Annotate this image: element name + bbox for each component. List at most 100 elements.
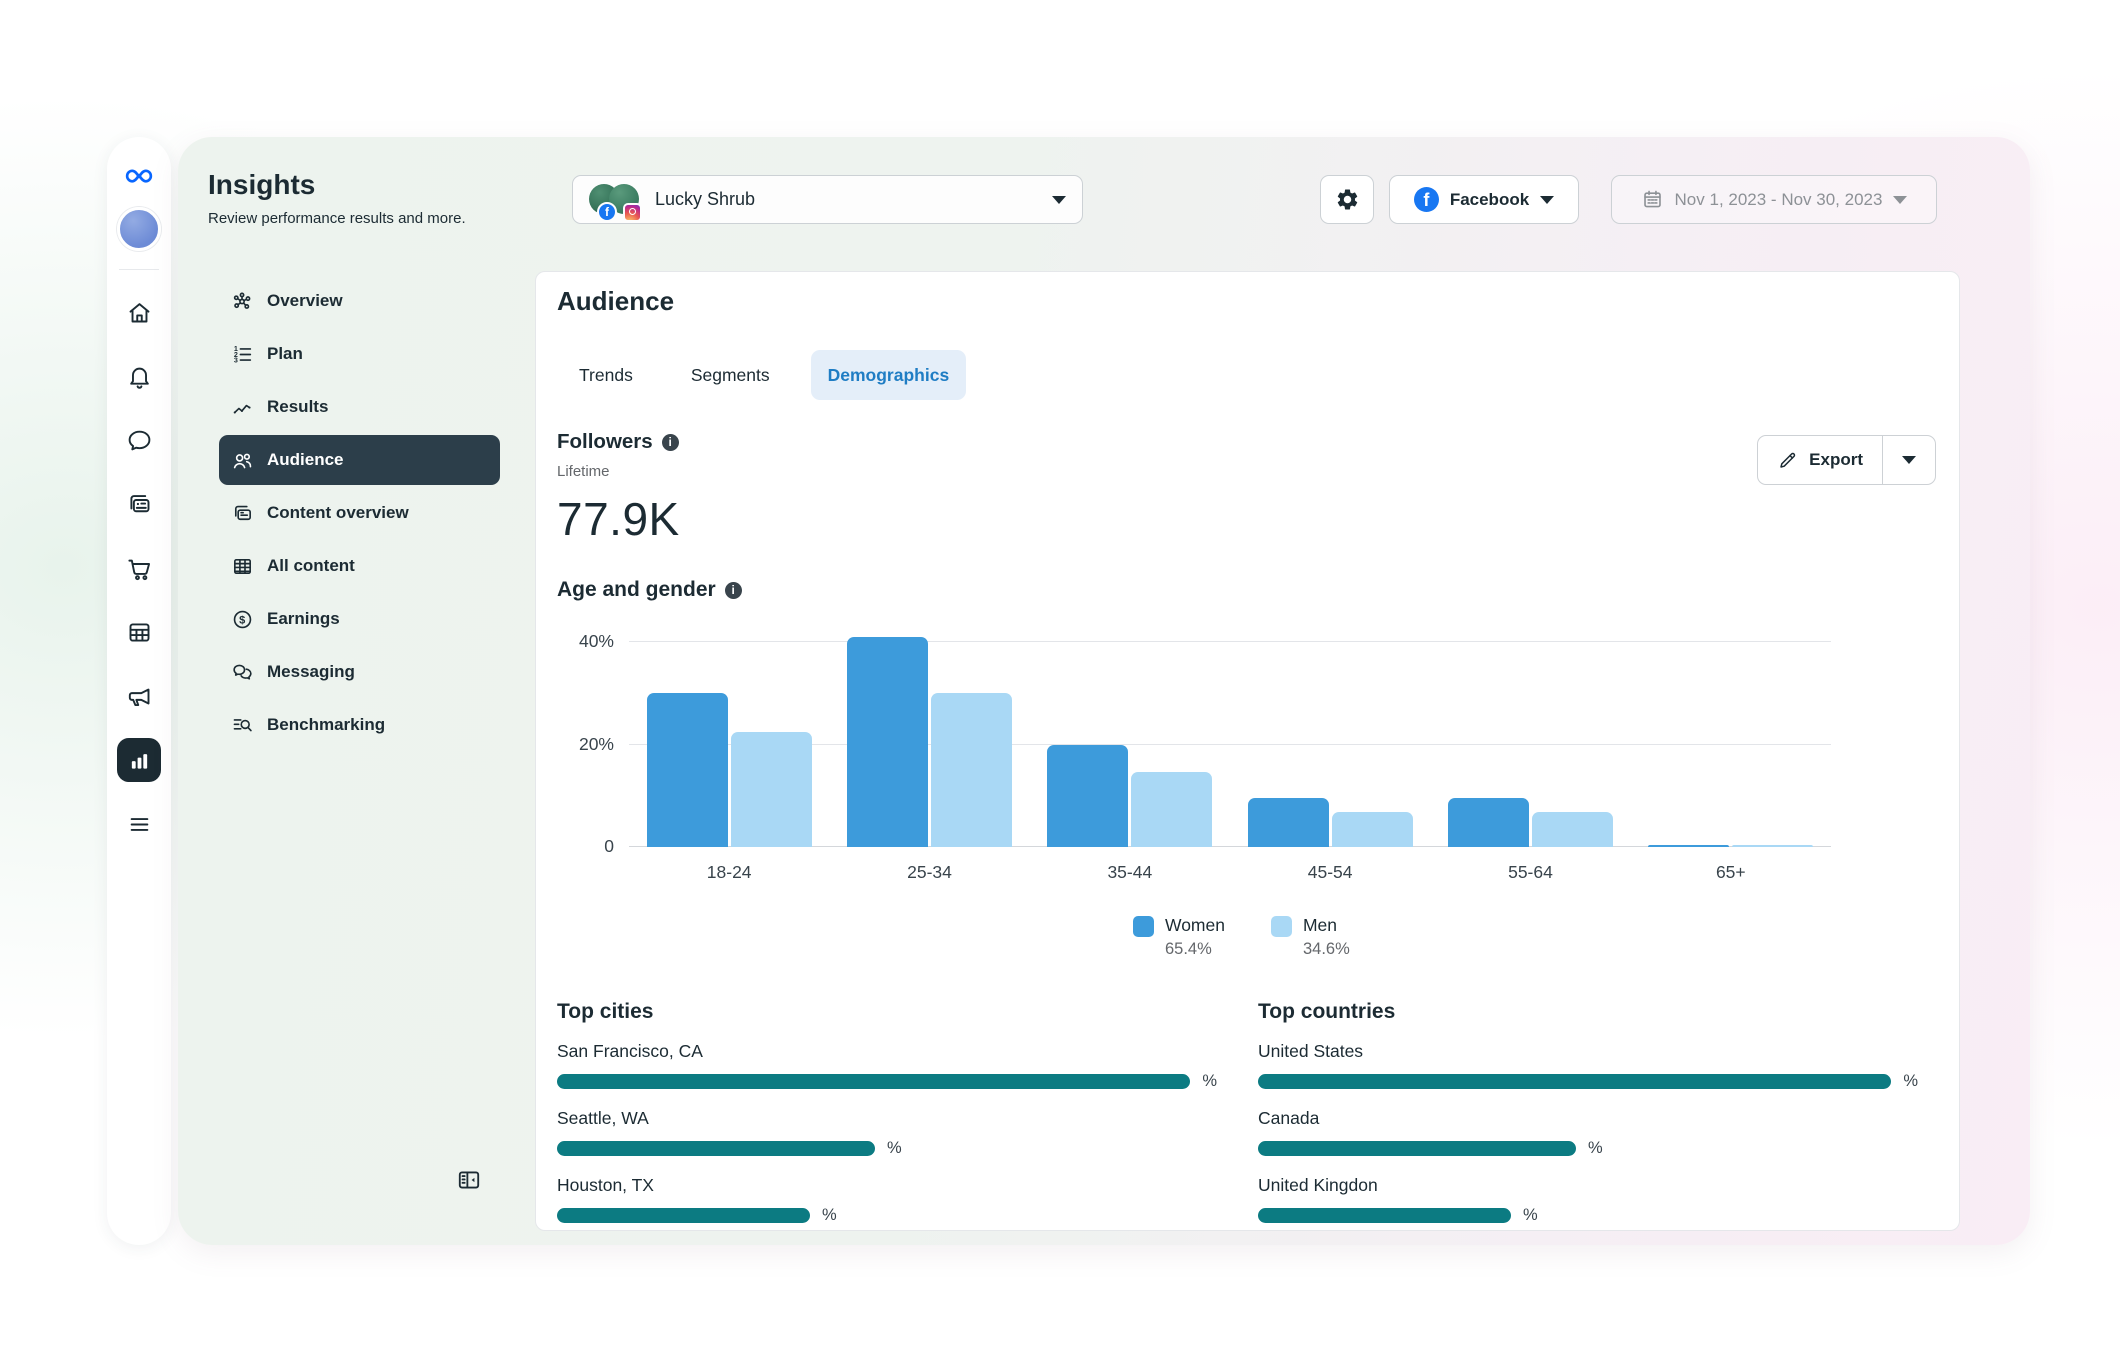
x-axis-label: 45-54 <box>1230 862 1430 883</box>
sidebar-item-earnings[interactable]: $Earnings <box>219 594 500 644</box>
info-icon[interactable] <box>725 582 742 599</box>
followers-value: 77.9K <box>557 492 680 546</box>
export-button[interactable]: Export <box>1758 436 1882 484</box>
country-label: United States <box>1258 1041 1918 1062</box>
collapse-sidebar-button[interactable] <box>456 1167 486 1197</box>
insights-icon[interactable] <box>117 738 161 782</box>
results-icon <box>231 396 254 419</box>
x-axis-label: 35-44 <box>1030 862 1230 883</box>
city-label: Houston, TX <box>557 1175 1217 1196</box>
legend-label: Men <box>1303 915 1350 936</box>
country-label: United Kingdon <box>1258 1175 1918 1196</box>
city-label: Seattle, WA <box>557 1108 1217 1129</box>
svg-text:3: 3 <box>234 356 238 364</box>
country-label: Canada <box>1258 1108 1918 1129</box>
bar-men-55-64 <box>1532 812 1613 847</box>
country-value: % <box>1523 1206 1538 1225</box>
bar-group-45-54 <box>1230 627 1430 847</box>
date-range-picker[interactable]: Nov 1, 2023 - Nov 30, 2023 <box>1611 175 1937 224</box>
plan-icon: 123 <box>231 343 254 366</box>
planner-icon[interactable] <box>117 610 161 654</box>
overview-icon <box>231 290 254 313</box>
bar-men-65- <box>1732 845 1813 847</box>
page-subtitle: Review performance results and more. <box>208 210 466 227</box>
sidebar-item-overview[interactable]: Overview <box>219 276 500 326</box>
y-axis-tick-label: 40% <box>544 631 614 652</box>
top-countries-title: Top countries <box>1258 1000 1918 1024</box>
profile-avatar[interactable] <box>117 207 161 251</box>
posts-icon[interactable] <box>117 482 161 526</box>
legend-value: 65.4% <box>1165 940 1225 959</box>
messaging-icon <box>231 661 254 684</box>
city-bar-row: % <box>557 1139 1217 1158</box>
caret-down-icon <box>1893 196 1907 204</box>
bar-women-55-64 <box>1448 798 1529 847</box>
tab-segments[interactable]: Segments <box>674 350 787 400</box>
city-value: % <box>822 1206 837 1225</box>
platform-label: Facebook <box>1450 190 1529 210</box>
sidebar-item-all-content[interactable]: All content <box>219 541 500 591</box>
sidebar-item-messaging[interactable]: Messaging <box>219 647 500 697</box>
sidebar-item-label: Overview <box>267 291 343 311</box>
sidebar-nav: Overview 123Plan Results Audience Content ov… <box>219 276 500 753</box>
sidebar-item-label: Results <box>267 397 328 417</box>
audience-tabs: Trends Segments Demographics <box>562 350 966 400</box>
sidebar-item-label: Benchmarking <box>267 715 385 735</box>
sidebar-item-benchmarking[interactable]: Benchmarking <box>219 700 500 750</box>
bar-men-45-54 <box>1332 812 1413 847</box>
city-bar-row: % <box>557 1206 1217 1225</box>
sidebar-item-content-overview[interactable]: Content overview <box>219 488 500 538</box>
top-cities-title: Top cities <box>557 1000 1217 1024</box>
info-icon[interactable] <box>662 434 679 451</box>
top-countries-list: United States% Canada% United Kingdon% <box>1258 1041 1918 1225</box>
settings-button[interactable] <box>1320 175 1374 224</box>
sidebar-item-plan[interactable]: 123Plan <box>219 329 500 379</box>
notifications-icon[interactable] <box>117 354 161 398</box>
content-icon <box>231 502 254 525</box>
tab-demographics[interactable]: Demographics <box>811 350 967 400</box>
instagram-badge-icon <box>623 203 642 222</box>
export-dropdown-button[interactable] <box>1883 436 1935 484</box>
sidebar-item-label: Audience <box>267 450 344 470</box>
rail-divider <box>119 269 159 270</box>
gear-icon <box>1335 187 1360 212</box>
x-axis-label: 55-64 <box>1430 862 1630 883</box>
top-countries-section: Top countries United States%Canada%Unite… <box>1258 1000 1918 1225</box>
bar-group-55-64 <box>1430 627 1630 847</box>
city-bar <box>557 1208 810 1223</box>
city-value: % <box>887 1139 902 1158</box>
country-value: % <box>1588 1139 1603 1158</box>
bar-men-18-24 <box>731 732 812 847</box>
page: Insights Review performance results and … <box>0 0 2120 1350</box>
age-gender-title: Age and gender <box>557 578 742 602</box>
y-axis-tick-label: 20% <box>544 734 614 755</box>
sidebar-item-audience[interactable]: Audience <box>219 435 500 485</box>
sidebar-item-results[interactable]: Results <box>219 382 500 432</box>
country-bar-row: % <box>1258 1206 1918 1225</box>
earnings-icon: $ <box>231 608 254 631</box>
calendar-icon <box>1641 188 1664 211</box>
legend-item-men: Men34.6% <box>1271 915 1350 959</box>
followers-block: Followers Lifetime 77.9K <box>557 430 680 546</box>
home-icon[interactable] <box>117 290 161 334</box>
date-range-label: Nov 1, 2023 - Nov 30, 2023 <box>1675 190 1883 210</box>
top-cities-section: Top cities San Francisco, CA%Seattle, WA… <box>557 1000 1217 1225</box>
bar-women-25-34 <box>847 637 928 847</box>
country-value: % <box>1903 1072 1918 1091</box>
country-bar-row: % <box>1258 1139 1918 1158</box>
commerce-icon[interactable] <box>117 546 161 590</box>
bar-men-35-44 <box>1131 772 1212 847</box>
audience-icon <box>231 449 254 472</box>
messages-icon[interactable] <box>117 418 161 462</box>
account-name: Lucky Shrub <box>655 189 755 210</box>
meta-logo-icon <box>117 161 161 191</box>
legend-swatch <box>1271 916 1292 937</box>
caret-down-icon <box>1902 456 1916 464</box>
tab-trends[interactable]: Trends <box>562 350 650 400</box>
ads-icon[interactable] <box>117 674 161 718</box>
city-value: % <box>1202 1072 1217 1091</box>
more-menu-icon[interactable] <box>117 802 161 846</box>
chart-x-axis: 18-2425-3435-4445-5455-6465+ <box>629 862 1831 883</box>
account-selector[interactable]: Lucky Shrub <box>572 175 1083 224</box>
platform-selector[interactable]: Facebook <box>1389 175 1579 224</box>
